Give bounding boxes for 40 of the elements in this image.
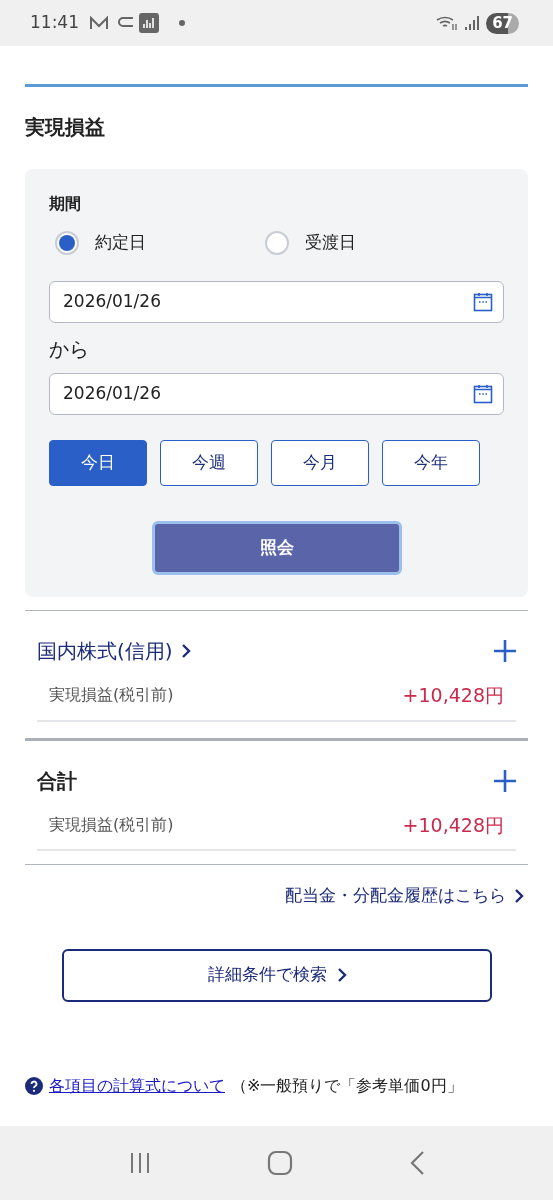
back-icon[interactable] <box>409 1150 426 1176</box>
app-icon <box>115 16 135 30</box>
wifi-icon <box>436 15 459 31</box>
section-title: 合計 <box>37 767 77 795</box>
period-button[interactable]: 今日 <box>49 440 147 486</box>
period-button[interactable]: 今週 <box>160 440 258 486</box>
profit-value: +10,428円 <box>402 683 504 708</box>
chevron-icon <box>336 967 347 983</box>
profit-value: +10,428円 <box>402 812 504 838</box>
calendar-icon <box>473 384 493 404</box>
help-icon <box>25 1076 43 1095</box>
radio-option[interactable]: 約定日 <box>49 230 259 256</box>
dividend-history-link[interactable]: 配当金・分配金履歴はこちら <box>285 883 524 909</box>
dot-icon <box>179 20 185 26</box>
chart-icon <box>139 13 159 33</box>
range-separator: から <box>49 336 90 362</box>
period-button[interactable]: 今月 <box>271 440 369 486</box>
row-label: 実現損益(税引前) <box>49 684 174 707</box>
chevron-icon <box>180 643 191 659</box>
signal-icon <box>464 15 481 31</box>
section-link[interactable]: 国内株式(信用) <box>37 636 191 666</box>
advanced-search-button[interactable]: 詳細条件で検索 <box>62 948 492 1002</box>
row-label: 実現損益(税引前) <box>49 813 174 836</box>
clock: 11:41 <box>30 11 79 35</box>
chevron-icon <box>514 887 524 904</box>
period-button[interactable]: 今年 <box>382 440 480 486</box>
formula-help-link[interactable]: 各項目の計算式について <box>49 1073 225 1098</box>
period-label: 期間 <box>49 193 82 215</box>
date-field[interactable]: 2026/01/26 <box>49 373 504 415</box>
plus-icon[interactable] <box>494 640 516 662</box>
calendar-icon <box>473 292 493 312</box>
help-note: （※一般預りで「参考単価0円」 <box>231 1074 463 1097</box>
plus-icon[interactable] <box>494 769 516 792</box>
home-icon[interactable] <box>267 1150 294 1176</box>
date-field[interactable]: 2026/01/26 <box>49 281 504 323</box>
page-title: 実現損益 <box>25 114 106 141</box>
submit-button[interactable]: 照会 <box>151 521 402 575</box>
battery-indicator: 67 <box>486 12 519 34</box>
mail-icon <box>89 16 109 30</box>
radio-option[interactable]: 受渡日 <box>259 230 469 256</box>
